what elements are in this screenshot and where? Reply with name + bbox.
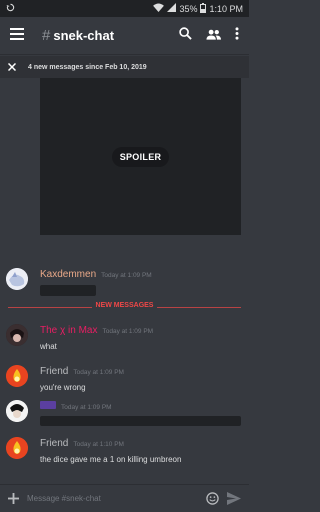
divider-label: NEW MESSAGES	[91, 302, 158, 309]
send-icon[interactable]	[227, 492, 241, 505]
members-icon[interactable]	[206, 27, 221, 45]
message-timestamp: Today at 1:09 PM	[73, 369, 124, 376]
clock: 1:10 PM	[209, 3, 243, 14]
battery-percent: 35%	[179, 3, 198, 14]
avatar[interactable]	[6, 268, 28, 290]
message-author[interactable]: Kaxdemmen	[40, 269, 96, 280]
menu-icon[interactable]	[10, 27, 24, 45]
app-bar: # snek-chat	[0, 17, 249, 55]
new-messages-banner[interactable]: 4 new messages since Feb 10, 2019	[0, 56, 249, 78]
message-author[interactable]: Friend	[40, 438, 68, 449]
message-text: the dice gave me a 1 on killing umbreon	[40, 455, 182, 464]
message-author[interactable]	[40, 401, 56, 409]
sync-icon	[6, 3, 15, 14]
add-attachment-icon[interactable]	[8, 493, 19, 504]
message-timestamp: Today at 1:09 PM	[101, 272, 152, 279]
channel-name: snek-chat	[53, 28, 115, 43]
message-text: what	[40, 342, 57, 351]
message-timestamp: Today at 1:10 PM	[73, 441, 124, 448]
spoiler-label: SPOILER	[111, 146, 170, 167]
redacted-spoiler-text[interactable]	[40, 416, 241, 426]
avatar[interactable]	[6, 365, 28, 387]
message-composer	[0, 484, 249, 512]
channel-title: # snek-chat	[42, 27, 179, 44]
close-icon[interactable]	[8, 63, 16, 71]
message-timestamp: Today at 1:09 PM	[102, 328, 154, 335]
message-author[interactable]: Friend	[40, 366, 68, 377]
avatar[interactable]	[6, 437, 28, 459]
emoji-icon[interactable]	[206, 492, 219, 505]
search-icon[interactable]	[179, 26, 192, 45]
wifi-icon	[153, 3, 165, 14]
message-author[interactable]: The χ in Max	[40, 325, 98, 336]
signal-icon	[167, 3, 177, 14]
overflow-menu-icon[interactable]	[235, 26, 239, 45]
message-text: you're wrong	[40, 383, 86, 392]
message-input[interactable]	[27, 494, 198, 503]
channel-hash: #	[42, 27, 51, 44]
battery-icon	[200, 2, 207, 15]
status-bar: 35% 1:10 PM	[0, 0, 249, 17]
avatar[interactable]	[6, 324, 28, 346]
new-messages-divider: NEW MESSAGES	[8, 302, 241, 312]
spoiler-attachment[interactable]: SPOILER	[40, 78, 241, 235]
message-timestamp: Today at 1:09 PM	[61, 404, 112, 411]
avatar[interactable]	[6, 400, 28, 422]
banner-text: 4 new messages since Feb 10, 2019	[28, 63, 147, 71]
redacted-spoiler-text[interactable]	[40, 285, 96, 296]
